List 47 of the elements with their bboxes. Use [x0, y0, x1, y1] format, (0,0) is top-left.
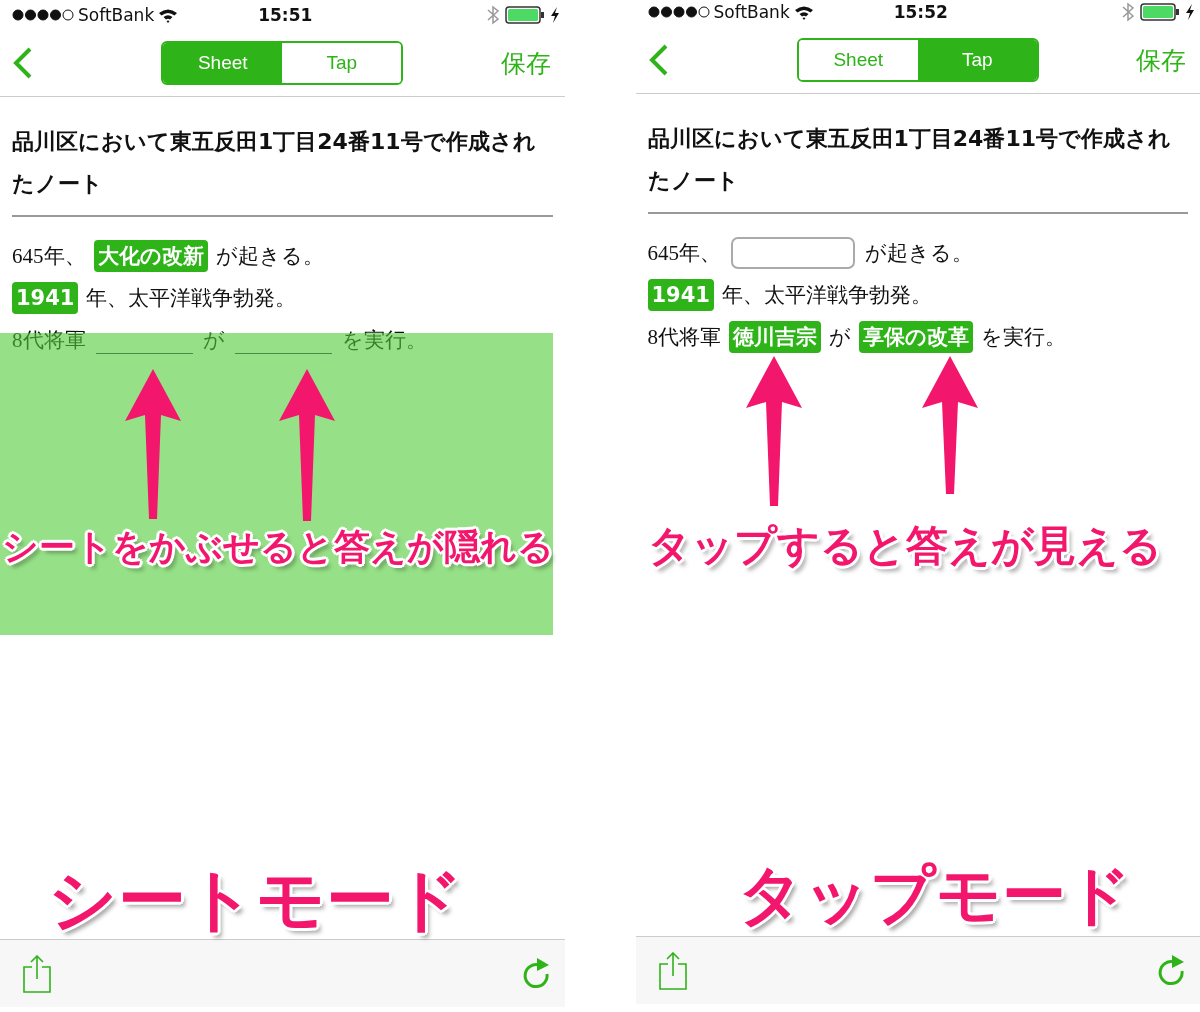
answer-highlight[interactable]: 1941 — [12, 282, 79, 314]
share-icon[interactable] — [657, 951, 688, 990]
bluetooth-icon — [1122, 2, 1134, 22]
signal-icon — [12, 9, 74, 21]
charging-icon — [1186, 4, 1194, 20]
note-text: 645年、 — [12, 243, 86, 270]
mode-caption: シートモード — [48, 859, 464, 941]
status-time: 15:52 — [893, 2, 948, 22]
back-icon[interactable] — [647, 44, 670, 76]
answer-highlight[interactable]: 大化の改新 — [93, 240, 208, 272]
answer-highlight[interactable]: 享保の改革 — [859, 321, 973, 353]
status-time: 15:51 — [258, 5, 313, 25]
mode-caption: タップモード — [737, 857, 1132, 934]
mode-tab[interactable]: Sheet — [163, 43, 283, 83]
save-button[interactable]: 保存 — [494, 45, 553, 81]
answer-highlight[interactable]: 1941 — [647, 279, 714, 311]
annotation-caption: シートをかぶせると答えが隠れる — [2, 525, 554, 569]
share-icon[interactable] — [22, 954, 52, 993]
charging-icon — [550, 7, 559, 23]
note-text: 年、太平洋戦争勃発。 — [86, 285, 297, 312]
carrier-name: SoftBank — [713, 2, 790, 22]
note-text: を実行。 — [981, 324, 1066, 351]
note-text: を実行。 — [341, 327, 427, 354]
back-icon[interactable] — [12, 47, 34, 79]
note-text: が — [829, 324, 851, 351]
note-title: 品川区において東五反田1丁目24番11号で作成されたノート — [647, 125, 1173, 195]
save-button[interactable]: 保存 — [1130, 42, 1188, 78]
carrier-name: SoftBank — [78, 5, 155, 25]
note-text: 8代将軍 — [647, 324, 721, 351]
wifi-icon — [793, 4, 814, 20]
note-text: 8代将軍 — [12, 327, 86, 354]
answer-highlight[interactable]: 徳川吉宗 — [729, 321, 821, 353]
hidden-answer-box[interactable] — [731, 237, 855, 269]
annotation-caption: タップすると答えが見える — [647, 520, 1162, 572]
battery-icon — [1140, 3, 1180, 21]
signal-icon — [647, 6, 710, 18]
note-text: 年、太平洋戦争勃発。 — [721, 282, 932, 309]
note-title: 品川区において東五反田1丁目24番11号で作成されたノート — [12, 128, 537, 198]
note-text: が起きる。 — [865, 240, 973, 267]
bluetooth-icon — [486, 5, 499, 25]
mode-tab[interactable]: Tap — [917, 40, 1037, 80]
wifi-icon — [158, 7, 179, 23]
battery-icon — [504, 6, 545, 24]
refresh-icon[interactable] — [1156, 954, 1186, 987]
note-text: 645年、 — [647, 240, 721, 267]
note-text: が — [202, 327, 225, 354]
note-text: が起きる。 — [215, 243, 324, 270]
